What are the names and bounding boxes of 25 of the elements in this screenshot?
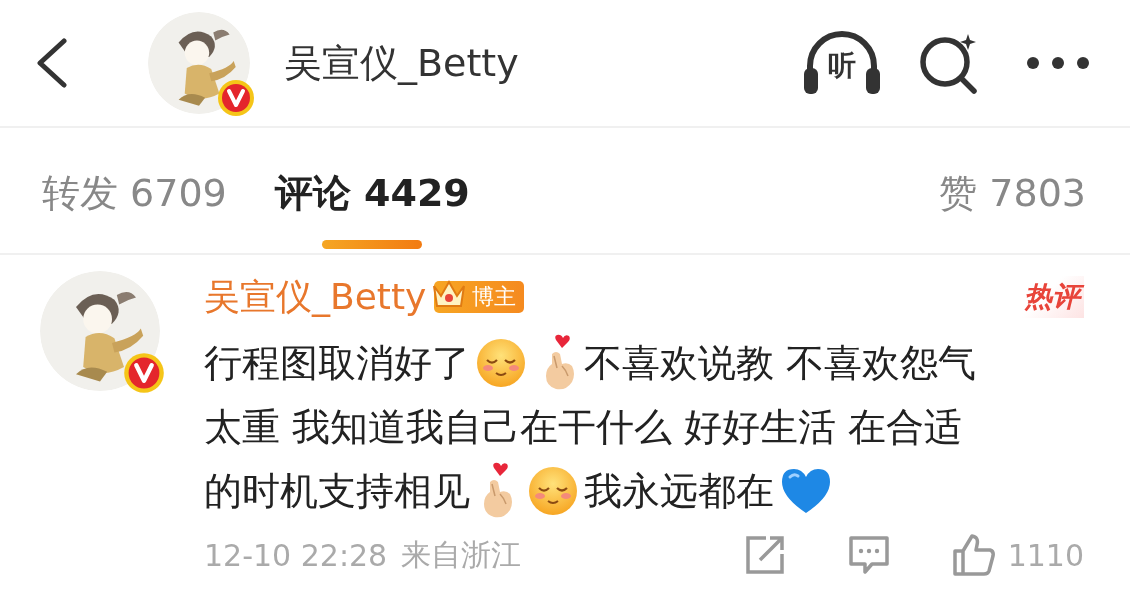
comment-text: 不喜欢说教 不喜欢怨气 xyxy=(584,339,977,387)
more-icon[interactable] xyxy=(1026,56,1090,70)
heart-icon xyxy=(780,467,832,515)
verified-badge-icon xyxy=(216,78,256,118)
tab[interactable]: 转发 6709 xyxy=(42,168,227,218)
commenter-name[interactable]: 吴宣仪_Betty xyxy=(204,272,427,322)
comment-text: 的时机支持相见 xyxy=(204,467,470,515)
like-count: 1110 xyxy=(1007,537,1084,573)
tab[interactable]: 赞 7803 xyxy=(939,168,1086,218)
share-icon[interactable] xyxy=(743,534,786,576)
verified-badge-icon xyxy=(122,351,166,395)
comment-location: 来自浙江 xyxy=(401,535,522,574)
back-icon[interactable] xyxy=(34,38,70,88)
listen-button[interactable]: 听 xyxy=(802,28,882,98)
smiling-face-icon xyxy=(528,466,578,516)
comment-text: 太重 我知道我自己在干什么 好好生活 在合适 xyxy=(204,403,963,451)
tab[interactable]: 评论 4429 xyxy=(274,168,470,218)
comment-time: 12-10 22:28 xyxy=(204,537,388,573)
comment-text: 我永远都在 xyxy=(584,467,774,515)
comment-text: 行程图取消好了 xyxy=(204,339,470,387)
smiling-face-icon xyxy=(476,338,526,388)
blogger-badge: 博主 xyxy=(434,281,525,313)
profile-name: 吴宣仪_Betty xyxy=(284,39,520,87)
comment-icon[interactable] xyxy=(847,534,890,576)
like-icon[interactable] xyxy=(951,533,996,577)
